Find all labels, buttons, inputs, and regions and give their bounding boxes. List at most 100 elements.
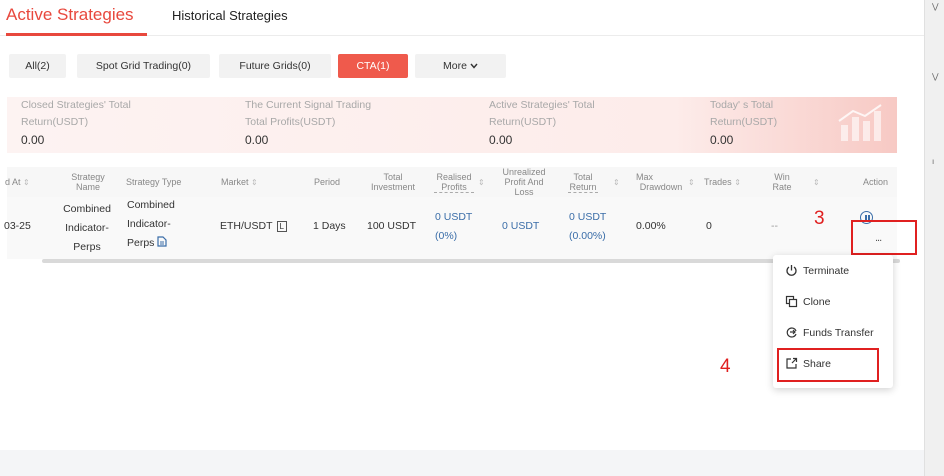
cell-period: 1 Days bbox=[313, 220, 346, 232]
sort-icon[interactable]: ⇕ bbox=[688, 177, 695, 188]
summary-signal-value: 0.00 bbox=[245, 133, 269, 147]
chevron-down-icon bbox=[470, 61, 478, 71]
summary-closed-value: 0.00 bbox=[21, 133, 45, 147]
sort-icon[interactable]: ⇕ bbox=[478, 177, 485, 188]
col-unrealized: Unrealized Profit And Loss bbox=[498, 167, 550, 197]
filter-spot-grid[interactable]: Spot Grid Trading(0) bbox=[77, 54, 210, 78]
col-period: Period bbox=[314, 177, 341, 187]
summary-signal-label-2: Total Profits(USDT) bbox=[245, 116, 336, 128]
annotation-box-share bbox=[777, 348, 879, 382]
summary-active: Active Strategies' Total Return(USDT) bbox=[489, 97, 595, 131]
cell-name-line-2: Indicator- bbox=[65, 222, 109, 234]
summary-banner: Closed Strategies' Total Return(USDT) 0.… bbox=[7, 97, 897, 153]
active-tab-underline bbox=[6, 33, 147, 36]
cell-investment: 100 USDT bbox=[367, 220, 417, 232]
cell-strategy-type: Combined Indicator- Perps bbox=[127, 196, 175, 253]
col-realised-label-1: Realised bbox=[436, 172, 472, 182]
col-unrealized-label-1: Unrealized bbox=[502, 167, 546, 177]
cell-max-drawdown: 0.00% bbox=[636, 220, 666, 232]
table-header: d At ⇕ Strategy Name Strategy Type Market… bbox=[5, 167, 897, 197]
summary-today: Today' s Total Return(USDT) bbox=[710, 97, 777, 131]
col-investment: Total Investment bbox=[368, 172, 418, 192]
summary-active-label-2: Return(USDT) bbox=[489, 116, 557, 128]
col-market-label: Market bbox=[221, 177, 249, 187]
cell-type-line-3: Perps bbox=[127, 237, 155, 249]
summary-closed-label-1: Closed Strategies' Total bbox=[21, 99, 131, 111]
col-created-label: d At bbox=[5, 177, 21, 187]
cell-type-line-1: Combined bbox=[127, 199, 175, 211]
sort-icon[interactable]: ⇕ bbox=[813, 177, 820, 188]
filter-more[interactable]: More bbox=[415, 54, 506, 78]
annotation-box-more bbox=[851, 220, 917, 255]
tab-historical-strategies[interactable]: Historical Strategies bbox=[172, 8, 288, 23]
clone-icon bbox=[785, 295, 798, 308]
col-max-dd-label-2: Drawdown bbox=[639, 182, 683, 192]
col-name-label-2: Name bbox=[75, 182, 100, 192]
scroll-marker-icon: ⋁ bbox=[932, 2, 939, 11]
cell-total-return: 0 USDT (0.00%) bbox=[569, 208, 606, 246]
cell-total-return-line-1: 0 USDT bbox=[569, 211, 607, 223]
col-market[interactable]: Market ⇕ bbox=[221, 177, 258, 188]
menu-item-funds-transfer[interactable]: Funds Transfer bbox=[785, 326, 874, 339]
menu-item-terminate-label: Terminate bbox=[803, 264, 850, 277]
col-win-rate: Win Rate bbox=[770, 172, 794, 192]
cell-market: ETH/USDT L bbox=[220, 217, 287, 236]
power-icon bbox=[786, 265, 797, 276]
cell-realised-line-1: 0 USDT bbox=[435, 211, 473, 223]
cell-strategy-name: Combined Indicator- Perps bbox=[59, 200, 115, 257]
col-trades[interactable]: Trades ⇕ bbox=[704, 177, 741, 188]
sort-icon: ⇕ bbox=[734, 178, 741, 187]
summary-closed-label-2: Return(USDT) bbox=[21, 116, 89, 128]
menu-item-clone[interactable]: Clone bbox=[785, 295, 830, 308]
filter-more-label: More bbox=[443, 60, 467, 72]
col-win-label-2: Rate bbox=[772, 182, 792, 192]
filter-all[interactable]: All(2) bbox=[9, 54, 66, 78]
col-realised: Realised Profits bbox=[434, 172, 474, 193]
cell-name-line-3: Perps bbox=[73, 241, 101, 253]
strategy-tabs: Active Strategies Historical Strategies bbox=[0, 0, 924, 36]
col-total-return-label-1: Total bbox=[573, 172, 593, 182]
summary-today-label-1: Today' s Total bbox=[710, 99, 774, 111]
menu-item-clone-label: Clone bbox=[803, 295, 831, 308]
cell-name-line-1: Combined bbox=[63, 203, 111, 215]
vertical-scrollbar[interactable]: ⋁ ⋁ ı bbox=[924, 0, 944, 476]
col-total-return: Total Return bbox=[568, 172, 598, 193]
scroll-marker-icon: ı bbox=[932, 157, 935, 166]
col-created[interactable]: d At ⇕ bbox=[5, 177, 30, 188]
summary-signal: The Current Signal Trading Total Profits… bbox=[245, 97, 371, 131]
col-max-dd-label-1: Max bbox=[636, 172, 654, 182]
col-strategy-type: Strategy Type bbox=[126, 177, 182, 187]
col-win-label-1: Win bbox=[774, 172, 790, 182]
document-icon[interactable] bbox=[157, 236, 167, 247]
summary-active-value: 0.00 bbox=[489, 133, 513, 147]
summary-closed: Closed Strategies' Total Return(USDT) bbox=[21, 97, 131, 131]
col-realised-label-2: Profits bbox=[434, 182, 474, 193]
col-max-drawdown: Max Drawdown bbox=[636, 172, 686, 192]
cell-trades: 0 bbox=[706, 220, 712, 232]
col-name-label-1: Strategy bbox=[71, 172, 105, 182]
cell-win-rate: -- bbox=[771, 220, 778, 232]
cell-created: 03-25 bbox=[4, 220, 31, 232]
horizontal-scrollbar[interactable] bbox=[42, 259, 900, 263]
tab-active-strategies[interactable]: Active Strategies bbox=[6, 5, 134, 25]
sort-icon: ⇕ bbox=[23, 178, 30, 187]
annotation-step-3: 3 bbox=[814, 208, 825, 229]
scroll-marker-icon: ⋁ bbox=[932, 72, 939, 81]
sort-icon[interactable]: ⇕ bbox=[613, 177, 620, 188]
summary-today-value: 0.00 bbox=[710, 133, 734, 147]
annotation-step-4: 4 bbox=[720, 356, 731, 377]
summary-signal-label-1: The Current Signal Trading bbox=[245, 99, 372, 111]
filter-future-grids[interactable]: Future Grids(0) bbox=[219, 54, 331, 78]
leverage-badge: L bbox=[276, 221, 287, 232]
footer-band bbox=[0, 450, 924, 476]
summary-today-label-2: Return(USDT) bbox=[710, 116, 778, 128]
table-row: 03-25 Combined Indicator- Perps Combined… bbox=[4, 196, 897, 259]
cell-market-pair: ETH/USDT bbox=[220, 220, 273, 232]
transfer-icon bbox=[786, 327, 797, 338]
filter-cta[interactable]: CTA(1) bbox=[338, 54, 408, 78]
menu-item-terminate[interactable]: Terminate bbox=[785, 264, 849, 277]
cell-unrealized: 0 USDT bbox=[502, 220, 540, 232]
cell-realised: 0 USDT (0%) bbox=[435, 208, 472, 246]
cell-type-line-2: Indicator- bbox=[127, 218, 171, 230]
sort-icon: ⇕ bbox=[251, 178, 258, 187]
